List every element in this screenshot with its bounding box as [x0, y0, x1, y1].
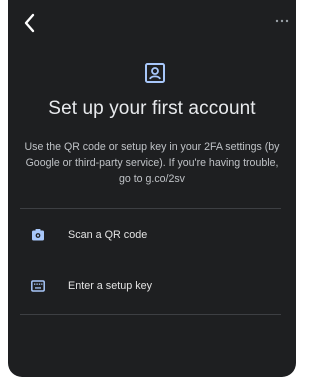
- divider: [20, 314, 281, 315]
- chevron-left-icon: [24, 13, 35, 33]
- divider: [20, 208, 281, 209]
- more-horizontal-icon: [275, 19, 289, 23]
- scan-qr-code-button[interactable]: Scan a QR code: [20, 218, 281, 252]
- enter-setup-key-label: Enter a setup key: [68, 280, 153, 292]
- back-button[interactable]: [18, 10, 42, 36]
- keyboard-icon: [30, 278, 46, 294]
- app-screen: Set up your first account Use the QR cod…: [8, 0, 296, 377]
- scan-qr-code-label: Scan a QR code: [68, 229, 148, 241]
- page-title: Set up your first account: [48, 98, 256, 119]
- enter-setup-key-button[interactable]: Enter a setup key: [20, 269, 281, 303]
- more-options-button[interactable]: [272, 14, 292, 28]
- camera-icon: [30, 227, 46, 243]
- account-box-icon: [145, 63, 165, 83]
- setup-description: Use the QR code or setup key in your 2FA…: [24, 141, 280, 185]
